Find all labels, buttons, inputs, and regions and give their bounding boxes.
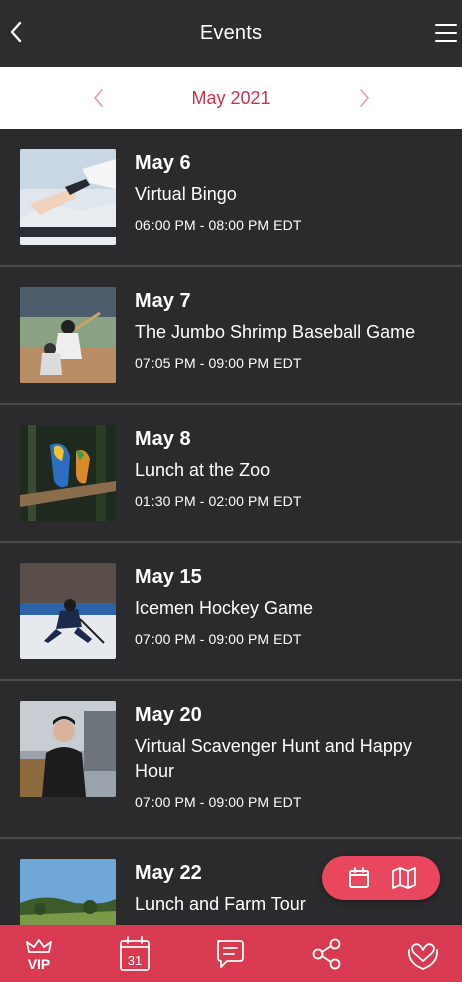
- event-name: Virtual Bingo: [135, 184, 237, 204]
- event-date: May 20: [135, 704, 202, 726]
- event-list: May 6 Virtual Bingo 06:00 PM - 08:00 PM …: [0, 129, 462, 925]
- calendar-day-icon: 31: [120, 935, 150, 971]
- menu-button[interactable]: [434, 22, 458, 44]
- back-button[interactable]: [4, 18, 28, 46]
- event-image-bingo: [20, 149, 116, 245]
- nav-share[interactable]: [304, 930, 350, 978]
- event-time: 07:05 PM - 09:00 PM EDT: [135, 355, 302, 371]
- view-toggle: [322, 856, 440, 900]
- nav-vip[interactable]: VIP: [16, 930, 62, 978]
- nav-calendar[interactable]: 31: [112, 930, 158, 978]
- event-name: Icemen Hockey Game: [135, 598, 314, 618]
- top-bar: Events: [0, 0, 462, 67]
- calendar-day-number: 31: [128, 953, 142, 968]
- bottom-navigation: VIP 31: [0, 925, 462, 982]
- map-icon: [391, 867, 416, 889]
- back-icon: [10, 21, 22, 43]
- menu-icon: [435, 24, 457, 26]
- nav-giving[interactable]: [400, 930, 446, 978]
- month-selector: May 2021: [0, 67, 462, 129]
- event-row[interactable]: May 6 Virtual Bingo 06:00 PM - 08:00 PM …: [0, 129, 462, 267]
- vip-label: VIP: [28, 956, 51, 972]
- event-info: May 15 Icemen Hockey Game 07:00 PM - 09:…: [135, 563, 313, 648]
- crown-icon: VIP: [26, 938, 52, 972]
- page-title: Events: [199, 22, 263, 44]
- event-image-baseball: [20, 287, 116, 383]
- event-info: May 22 Lunch and Farm Tour: [135, 859, 306, 925]
- chat-icon: [217, 939, 244, 968]
- previous-month-button[interactable]: [88, 85, 108, 111]
- event-info: May 8 Lunch at the Zoo 01:30 PM - 02:00 …: [135, 425, 301, 510]
- event-time: 07:00 PM - 09:00 PM EDT: [135, 631, 302, 647]
- event-image-zoo: [20, 425, 116, 521]
- calendar-view-button[interactable]: [345, 864, 373, 892]
- event-info: May 6 Virtual Bingo 06:00 PM - 08:00 PM …: [135, 149, 301, 234]
- events-screen: Events May 2021 May 6 Virtual Bingo 06:0…: [0, 0, 462, 982]
- share-icon: [312, 938, 341, 969]
- chevron-left-icon: [94, 89, 103, 107]
- event-name: The Jumbo Shrimp Baseball Game: [135, 322, 416, 342]
- event-date: May 7: [135, 290, 191, 312]
- map-view-button[interactable]: [390, 864, 418, 892]
- current-month-label: May 2021: [191, 87, 271, 108]
- event-image-hockey: [20, 563, 116, 659]
- event-image-farm: [20, 859, 116, 925]
- event-date: May 6: [135, 152, 191, 174]
- event-info: May 20 Virtual Scavenger Hunt and Happy …: [135, 701, 445, 811]
- event-info: May 7 The Jumbo Shrimp Baseball Game 07:…: [135, 287, 415, 372]
- event-row[interactable]: May 15 Icemen Hockey Game 07:00 PM - 09:…: [0, 543, 462, 681]
- event-date: May 15: [135, 566, 202, 588]
- event-date: May 22: [135, 862, 202, 884]
- event-row[interactable]: May 8 Lunch at the Zoo 01:30 PM - 02:00 …: [0, 405, 462, 543]
- event-date: May 8: [135, 428, 191, 450]
- event-name: Lunch and Farm Tour: [135, 894, 306, 914]
- heart-hands-icon: [408, 942, 438, 970]
- next-month-button[interactable]: [355, 85, 375, 111]
- event-row[interactable]: May 20 Virtual Scavenger Hunt and Happy …: [0, 681, 462, 839]
- event-name: Lunch at the Zoo: [135, 460, 271, 480]
- chevron-right-icon: [360, 89, 369, 107]
- event-time: 06:00 PM - 08:00 PM EDT: [135, 217, 302, 233]
- event-time: 01:30 PM - 02:00 PM EDT: [135, 493, 302, 509]
- nav-messages[interactable]: [208, 930, 254, 978]
- event-name: Virtual Scavenger Hunt and Happy Hour: [135, 736, 412, 781]
- calendar-icon: [348, 867, 369, 888]
- event-image-scavenger-hunt: [20, 701, 116, 797]
- event-time: 07:00 PM - 09:00 PM EDT: [135, 794, 302, 810]
- event-row[interactable]: May 7 The Jumbo Shrimp Baseball Game 07:…: [0, 267, 462, 405]
